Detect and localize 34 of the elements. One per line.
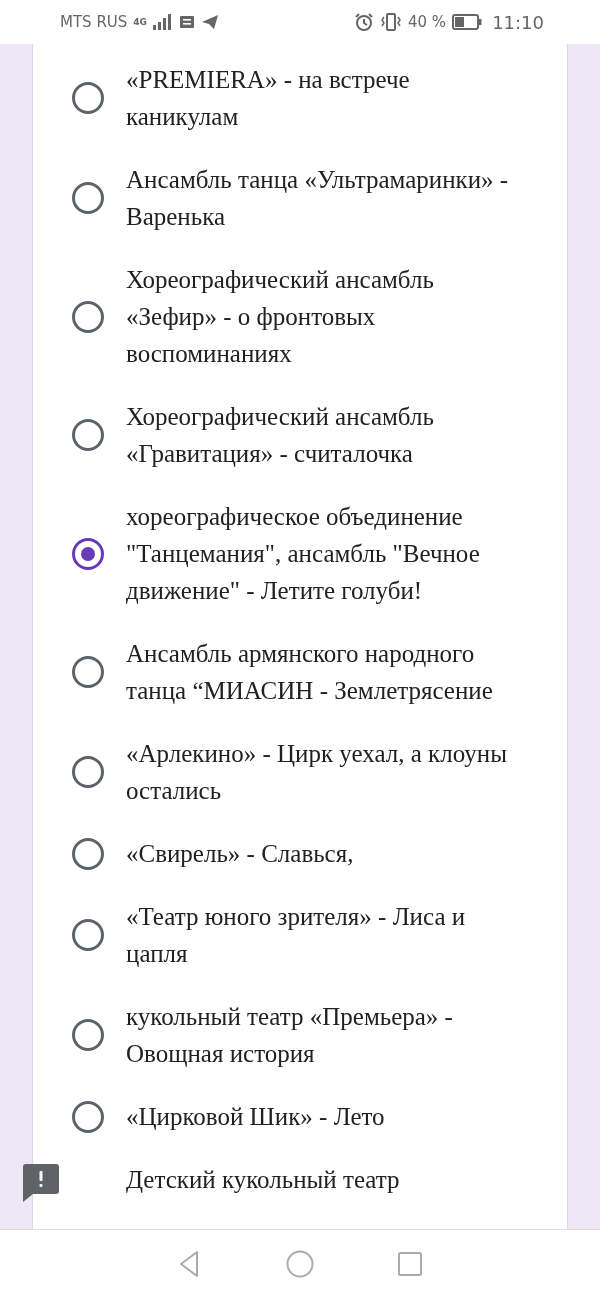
feedback-icon[interactable] bbox=[23, 1164, 59, 1202]
signal-icon bbox=[153, 14, 173, 30]
option-label: Хореографический ансамбль «Зефир» - о фронтовых воспоминаниях bbox=[126, 265, 435, 369]
option-label: Хореографический ансамбль «Гравитация» - считалочка bbox=[126, 402, 435, 469]
radio-button[interactable] bbox=[72, 537, 104, 570]
radio-button[interactable] bbox=[72, 300, 104, 333]
option-label: «Свирель» - Славься, bbox=[126, 839, 355, 869]
option-label: «Цирковой Шик» - Лето bbox=[126, 1102, 386, 1132]
radio-button[interactable] bbox=[72, 1019, 104, 1051]
battery-percent: 40 % bbox=[408, 13, 447, 31]
radio-button[interactable] bbox=[72, 1100, 104, 1133]
network-type: 4G bbox=[133, 17, 147, 27]
radio-button[interactable] bbox=[72, 82, 104, 114]
option-label: Ансамбль танца «Ультрамаринки» - Варенька bbox=[126, 165, 510, 232]
option-label: кукольный театр «Премьера» - Овощная история bbox=[126, 1002, 454, 1069]
send-icon bbox=[201, 14, 219, 30]
option-label: «Арлекино» - Цирк уехал, а клоуны остались bbox=[126, 739, 508, 806]
message-icon bbox=[179, 15, 195, 29]
vibrate-icon bbox=[380, 12, 402, 32]
radio-button[interactable] bbox=[72, 919, 104, 951]
option-label: «PREMIERA» - на встрече каникулам bbox=[126, 65, 411, 132]
battery-icon bbox=[452, 14, 483, 30]
radio-button[interactable] bbox=[72, 419, 104, 451]
radio-button[interactable] bbox=[72, 182, 104, 214]
radio-button[interactable] bbox=[72, 837, 104, 870]
option-label: хореографическое объединение "Танцемания", ансамбль "Вечное движение" - Летите голуби! bbox=[126, 502, 481, 606]
clock-time: 11:10 bbox=[492, 11, 544, 33]
radio-button[interactable] bbox=[72, 656, 104, 688]
option-label: «Театр юного зрителя» - Лиса и цапля bbox=[126, 902, 467, 969]
carrier-name: MTS RUS bbox=[60, 13, 128, 31]
alarm-icon bbox=[354, 12, 374, 32]
radio-button[interactable] bbox=[72, 756, 104, 788]
option-label: Детский кукольный театр bbox=[126, 1165, 401, 1195]
option-label: Ансамбль армянского народного танца “МИАСИН - Землетрясение bbox=[126, 639, 494, 706]
